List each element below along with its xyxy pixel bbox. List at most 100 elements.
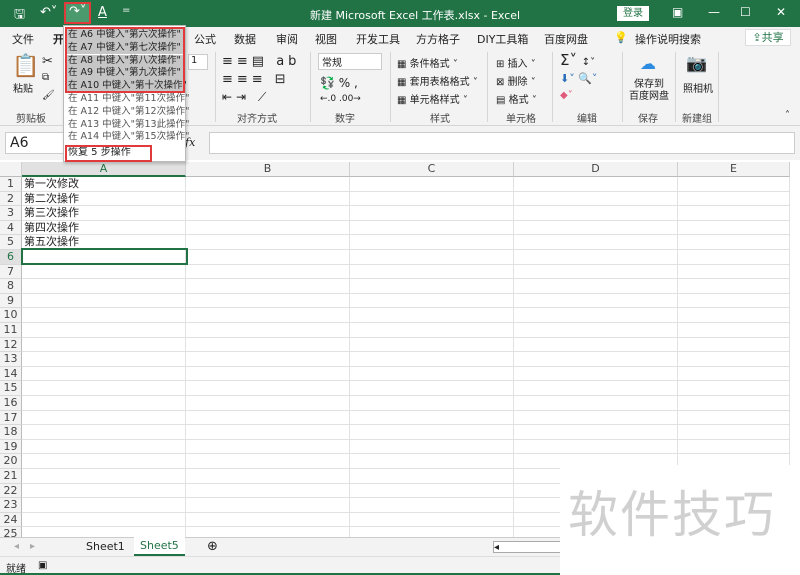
cell[interactable] [678, 396, 790, 411]
indent-icons[interactable]: ⇤⇥ ⟋ [222, 90, 270, 105]
paste-icon[interactable]: 📋 [12, 54, 39, 79]
cell[interactable] [514, 381, 678, 396]
cell[interactable] [350, 527, 514, 537]
cell[interactable] [678, 250, 790, 265]
cell[interactable] [514, 177, 678, 192]
row-header[interactable]: 25 [0, 527, 22, 537]
cell[interactable] [350, 425, 514, 440]
font-size-select[interactable]: 1 [188, 54, 208, 70]
column-header[interactable]: D [514, 162, 678, 177]
tab-fangfang[interactable]: 方方格子 [416, 31, 460, 47]
cell[interactable] [678, 323, 790, 338]
cell[interactable] [22, 396, 186, 411]
tab-developer[interactable]: 开发工具 [356, 31, 400, 47]
formula-input[interactable] [209, 132, 795, 154]
tab-diy[interactable]: DIY工具箱 [477, 31, 528, 47]
cell[interactable] [350, 206, 514, 221]
currency-percent-icons[interactable]: 💱 % , [320, 76, 358, 90]
cell[interactable] [350, 279, 514, 294]
row-header[interactable]: 3 [0, 206, 22, 221]
row-header[interactable]: 20 [0, 454, 22, 469]
selected-cell[interactable] [21, 248, 188, 265]
cell-styles-button[interactable]: ▦ 单元格样式 ˅ [397, 91, 468, 106]
cell[interactable] [678, 293, 790, 309]
format-painter-icon[interactable]: 🖌 [42, 90, 55, 101]
row-header[interactable]: 22 [0, 483, 22, 499]
row-header[interactable]: 7 [0, 264, 22, 280]
row-header[interactable]: 12 [0, 337, 22, 353]
select-all[interactable] [0, 162, 22, 177]
tell-me-search[interactable]: 操作说明搜索 [635, 31, 701, 47]
cell[interactable] [514, 410, 678, 426]
cell[interactable] [678, 264, 790, 280]
cell[interactable] [514, 279, 678, 294]
cell[interactable] [186, 323, 350, 338]
cell[interactable] [514, 352, 678, 367]
login-button[interactable]: 登录 [617, 6, 649, 21]
cell[interactable] [186, 220, 350, 236]
cell[interactable] [22, 469, 186, 484]
save-icon[interactable]: 🖫 [14, 5, 25, 27]
cell[interactable] [350, 498, 514, 513]
cell[interactable] [350, 454, 514, 469]
cell[interactable] [22, 323, 186, 338]
row-header[interactable]: 6 [0, 250, 22, 265]
cell[interactable] [186, 352, 350, 367]
row-header[interactable]: 16 [0, 396, 22, 411]
tab-data[interactable]: 数据 [234, 31, 256, 47]
cell[interactable] [350, 337, 514, 353]
cell[interactable] [186, 279, 350, 294]
add-sheet-icon[interactable]: ⊕ [207, 539, 218, 554]
column-header[interactable]: B [186, 162, 350, 177]
cell[interactable] [186, 293, 350, 309]
cell[interactable] [186, 439, 350, 455]
cell[interactable] [514, 323, 678, 338]
cell[interactable] [350, 439, 514, 455]
cell[interactable] [22, 439, 186, 455]
cell[interactable] [186, 396, 350, 411]
cell[interactable] [350, 366, 514, 382]
column-header[interactable]: A [22, 162, 186, 177]
camera-button[interactable]: 照相机 [683, 80, 713, 95]
vertical-align-icons[interactable]: ≡≡▤ ab [222, 54, 300, 69]
format-as-table-button[interactable]: ▦ 套用表格格式 ˅ [397, 73, 478, 88]
cell[interactable] [350, 264, 514, 280]
row-header[interactable]: 5 [0, 235, 22, 250]
tab-formulas[interactable]: 公式 [194, 31, 216, 47]
scroll-right-icon[interactable]: ▸ [30, 541, 35, 552]
copy-icon[interactable]: ⧉ [42, 72, 49, 83]
delete-button[interactable]: ⊠ 删除 ˅ [496, 73, 536, 88]
cell[interactable] [514, 250, 678, 265]
cell[interactable] [514, 396, 678, 411]
cell[interactable]: 第四次操作 [22, 220, 186, 236]
decimal-icons[interactable]: ←.0 .00→ [320, 94, 361, 104]
row-header[interactable]: 21 [0, 469, 22, 484]
maximize-icon[interactable]: ☐ [740, 5, 751, 19]
scroll-left-icon[interactable]: ◂ [14, 541, 19, 552]
tab-file[interactable]: 文件 [12, 31, 34, 47]
fill-find-icons[interactable]: ⬇˅ 🔍˅ [560, 72, 597, 85]
cell[interactable] [678, 352, 790, 367]
horizontal-align-icons[interactable]: ≡≡≡ ⊟ [222, 72, 290, 87]
cell[interactable] [22, 264, 186, 280]
cell[interactable] [678, 337, 790, 353]
cell[interactable] [186, 381, 350, 396]
cell[interactable] [350, 352, 514, 367]
number-format-select[interactable]: 常规 [318, 53, 382, 70]
cut-icon[interactable]: ✂ [42, 54, 53, 69]
cell[interactable] [22, 366, 186, 382]
cell[interactable] [350, 235, 514, 250]
cell[interactable] [350, 293, 514, 309]
save-to-baidu-button[interactable]: 保存到 百度网盘 [629, 79, 669, 103]
macro-record-icon[interactable]: ▣ [38, 560, 47, 571]
cell[interactable] [678, 366, 790, 382]
cell[interactable] [678, 279, 790, 294]
cell[interactable] [350, 308, 514, 323]
column-header[interactable]: E [678, 162, 790, 177]
row-header[interactable]: 1 [0, 177, 22, 192]
cell[interactable] [350, 483, 514, 499]
cell[interactable]: 第一次修改 [22, 177, 186, 192]
cell[interactable] [514, 425, 678, 440]
cell[interactable] [514, 206, 678, 221]
cell[interactable] [350, 177, 514, 192]
